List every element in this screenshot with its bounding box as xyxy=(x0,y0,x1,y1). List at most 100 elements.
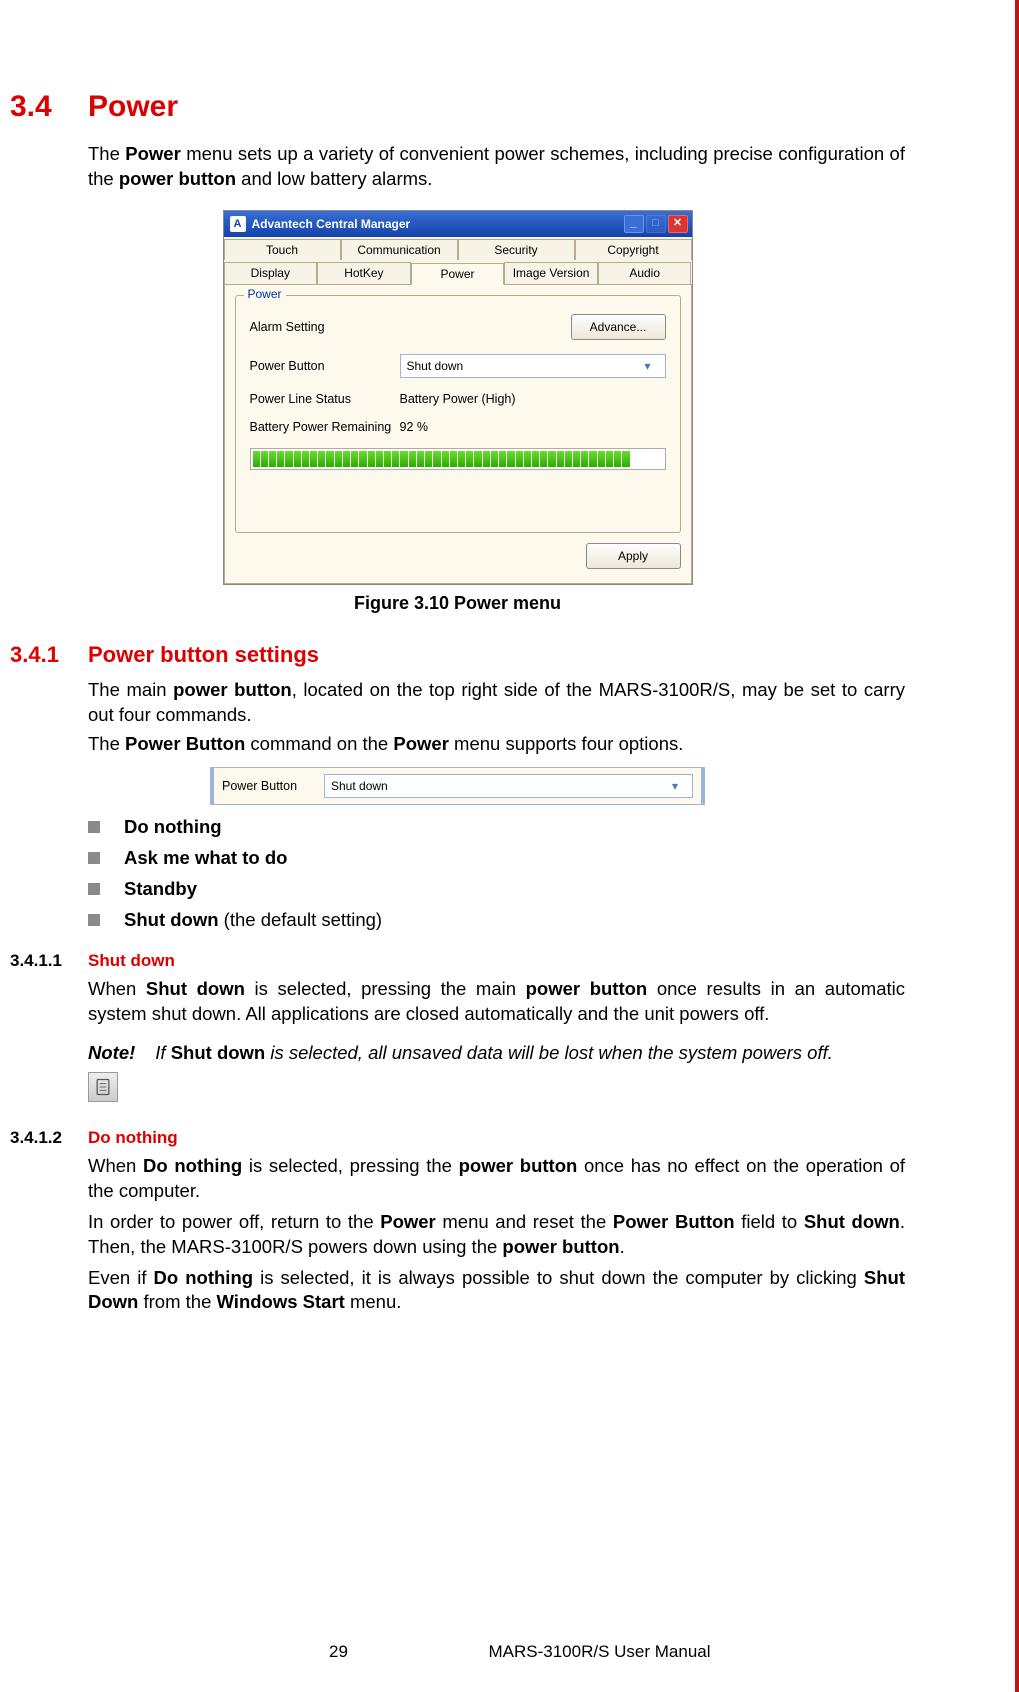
maximize-icon: □ xyxy=(652,218,659,229)
sub2-p2: In order to power off, return to the Pow… xyxy=(88,1210,905,1260)
tab-hotkey[interactable]: HotKey xyxy=(317,262,411,284)
figure-caption: Figure 3.10 Power menu xyxy=(354,593,561,614)
alarm-setting-row: Alarm Setting Advance... xyxy=(250,314,666,340)
bold-term: Windows Start xyxy=(217,1291,345,1312)
page-number: 29 xyxy=(308,1642,368,1662)
subsub-title: Shut down xyxy=(88,951,175,971)
progress-segment xyxy=(302,451,309,467)
battery-progress-bar xyxy=(250,448,666,470)
square-bullet-icon xyxy=(88,821,100,833)
tab-power[interactable]: Power xyxy=(411,263,505,285)
tab-touch[interactable]: Touch xyxy=(224,239,341,260)
bold-term: Shut down xyxy=(171,1042,266,1063)
document-title: MARS-3100R/S User Manual xyxy=(488,1642,710,1662)
text-fragment: is selected, pressing the main xyxy=(245,978,526,999)
section-title: Power xyxy=(88,90,178,124)
groupbox-legend: Power xyxy=(244,287,286,301)
note-text: If Shut down is selected, all unsaved da… xyxy=(155,1041,905,1102)
bold-term: power button xyxy=(119,168,236,189)
mini-field-label: Power Button xyxy=(222,779,312,793)
subsection-p2: The Power Button command on the Power me… xyxy=(88,732,905,757)
note-left: Note! xyxy=(88,1041,135,1102)
sub2-p1: When Do nothing is selected, pressing th… xyxy=(88,1154,905,1204)
progress-segment xyxy=(384,451,391,467)
text-fragment: . xyxy=(620,1236,625,1257)
power-dialog: A Advantech Central Manager _ □ ✕ TouchC… xyxy=(223,210,693,585)
dropdown-value: Shut down xyxy=(331,779,388,793)
text-fragment: menu and reset the xyxy=(436,1211,613,1232)
text-fragment: is selected, it is always possible to sh… xyxy=(253,1267,864,1288)
progress-segment xyxy=(392,451,399,467)
progress-segment xyxy=(409,451,416,467)
dialog-titlebar: A Advantech Central Manager _ □ ✕ xyxy=(224,211,692,237)
dropdown-value: Shut down xyxy=(407,359,464,373)
power-line-row: Power Line Status Battery Power (High) xyxy=(250,392,666,406)
progress-segment xyxy=(524,451,531,467)
text-fragment: The xyxy=(88,733,125,754)
power-button-label: Power Button xyxy=(250,359,400,373)
tab-audio[interactable]: Audio xyxy=(598,262,692,284)
minimize-icon: _ xyxy=(630,218,636,229)
figure-wrapper: A Advantech Central Manager _ □ ✕ TouchC… xyxy=(10,210,905,614)
tab-communication[interactable]: Communication xyxy=(341,239,458,260)
progress-segment xyxy=(310,451,317,467)
square-bullet-icon xyxy=(88,852,100,864)
tab-security[interactable]: Security xyxy=(458,239,575,260)
text-fragment: The main xyxy=(88,679,173,700)
list-item: Standby xyxy=(88,877,905,902)
tab-content-power: Power Alarm Setting Advance... Power But… xyxy=(224,284,692,584)
advance-button[interactable]: Advance... xyxy=(571,314,666,340)
power-button-row: Power Button Shut down ▾ xyxy=(250,354,666,378)
progress-segment xyxy=(376,451,383,467)
bold-term: Power xyxy=(125,143,181,164)
text-fragment: is selected, pressing the xyxy=(242,1155,458,1176)
alarm-setting-label: Alarm Setting xyxy=(250,320,400,334)
list-item: Ask me what to do xyxy=(88,846,905,871)
apply-button[interactable]: Apply xyxy=(586,543,681,569)
bold-term: Power Button xyxy=(613,1211,735,1232)
progress-segment xyxy=(516,451,523,467)
option-ask-me: Ask me what to do xyxy=(124,846,287,871)
document-page: 3.4 Power The Power menu sets up a varie… xyxy=(0,90,935,1315)
bold-term: Shut down xyxy=(124,909,219,930)
tab-copyright[interactable]: Copyright xyxy=(575,239,692,260)
progress-segment xyxy=(647,451,654,467)
maximize-button[interactable]: □ xyxy=(646,215,666,233)
bold-term: power button xyxy=(502,1236,619,1257)
close-button[interactable]: ✕ xyxy=(668,215,688,233)
progress-segment xyxy=(507,451,514,467)
option-shut-down: Shut down (the default setting) xyxy=(124,908,382,933)
app-logo-icon: A xyxy=(230,216,246,232)
tab-image-version[interactable]: Image Version xyxy=(504,262,598,284)
power-line-label: Power Line Status xyxy=(250,392,400,406)
progress-segment xyxy=(269,451,276,467)
progress-segment xyxy=(442,451,449,467)
note-block: Note! If Shut down is selected, all unsa… xyxy=(88,1041,905,1102)
subsection-title: Power button settings xyxy=(88,642,319,668)
bold-term: Do nothing xyxy=(154,1267,254,1288)
bold-term: Power Button xyxy=(125,733,245,754)
tab-display[interactable]: Display xyxy=(224,262,318,284)
dialog-title-left: A Advantech Central Manager xyxy=(228,216,411,232)
power-button-dropdown[interactable]: Shut down ▾ xyxy=(400,354,666,378)
progress-segment xyxy=(433,451,440,467)
progress-segment xyxy=(573,451,580,467)
progress-segment xyxy=(368,451,375,467)
minimize-button[interactable]: _ xyxy=(624,215,644,233)
mini-field-dropdown[interactable]: Shut down ▾ xyxy=(324,774,693,798)
tab-row-1: TouchCommunicationSecurityCopyright xyxy=(224,237,692,260)
progress-segment xyxy=(261,451,268,467)
progress-segment xyxy=(335,451,342,467)
progress-segment xyxy=(491,451,498,467)
progress-segment xyxy=(483,451,490,467)
subsection-heading: 3.4.1 Power button settings xyxy=(10,642,905,668)
progress-segment xyxy=(655,451,662,467)
square-bullet-icon xyxy=(88,914,100,926)
progress-segment xyxy=(474,451,481,467)
section-number: 3.4 xyxy=(10,90,88,124)
subsub-heading: 3.4.1.1 Shut down xyxy=(10,951,905,971)
section-intro: The Power menu sets up a variety of conv… xyxy=(88,142,905,192)
battery-remaining-value: 92 % xyxy=(400,420,429,434)
power-button-mini-field: Power Button Shut down ▾ xyxy=(210,767,705,805)
progress-segment xyxy=(598,451,605,467)
